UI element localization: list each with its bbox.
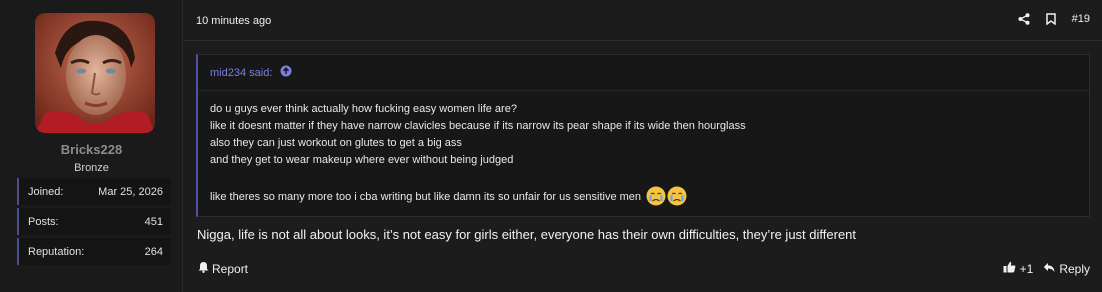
- quote-header[interactable]: mid234 said:: [198, 55, 1089, 91]
- user-info-column: Bricks228 Bronze Joined: Mar 25, 2026 Po…: [0, 0, 183, 292]
- quote-block: mid234 said: do u guys ever think actual…: [196, 54, 1090, 217]
- quote-line: do u guys ever think actually how fuckin…: [210, 103, 517, 115]
- stat-reputation: Reputation: 264: [17, 238, 171, 265]
- quote-line: like it doesnt matter if they have narro…: [210, 120, 746, 132]
- thumbs-up-icon: [1003, 261, 1016, 276]
- stat-posts: Posts: 451: [17, 208, 171, 235]
- avatar[interactable]: [35, 13, 155, 133]
- message-area: 10 minutes ago #19 mid234 said: do u guy…: [184, 0, 1102, 292]
- reply-button[interactable]: Reply: [1043, 262, 1090, 276]
- forum-post: Bricks228 Bronze Joined: Mar 25, 2026 Po…: [0, 0, 1102, 292]
- like-button[interactable]: +1: [1003, 261, 1034, 276]
- username[interactable]: Bricks228: [0, 142, 183, 157]
- reply-arrow-icon: [1043, 262, 1055, 276]
- post-date[interactable]: 10 minutes ago: [196, 15, 271, 27]
- user-title: Bronze: [74, 162, 109, 174]
- reply-label: Reply: [1059, 261, 1090, 276]
- emoji-group: [646, 186, 687, 206]
- post-number[interactable]: #19: [1072, 13, 1090, 25]
- header-divider: [184, 40, 1102, 41]
- stat-joined: Joined: Mar 25, 2026: [17, 178, 171, 205]
- crying-face-emoji: [646, 186, 666, 206]
- stat-label: Reputation:: [28, 245, 85, 258]
- quote-line: like theres so many more too i cba writi…: [210, 191, 642, 203]
- stat-value: Mar 25, 2026: [98, 185, 163, 198]
- stat-label: Joined:: [28, 185, 64, 198]
- bell-icon: [198, 261, 209, 276]
- post-actions-bottom: +1 Reply: [1003, 261, 1090, 276]
- quote-line: and they get to wear makeup where ever w…: [210, 154, 514, 166]
- report-label: Report: [212, 261, 249, 276]
- stat-value: 264: [144, 245, 163, 258]
- post-text: Nigga, life is not all about looks, it’s…: [197, 227, 857, 242]
- quote-body: do u guys ever think actually how fuckin…: [210, 101, 1077, 206]
- post-actions-top: #19: [1018, 13, 1090, 25]
- share-icon[interactable]: [1018, 13, 1030, 25]
- like-count: +1: [1019, 261, 1034, 276]
- quote-last-line: like theres so many more too i cba writi…: [210, 186, 1077, 206]
- crying-face-emoji: [667, 186, 687, 206]
- report-button[interactable]: Report: [198, 261, 248, 276]
- quote-author[interactable]: mid234 said:: [210, 67, 272, 79]
- stat-label: Posts:: [28, 215, 59, 228]
- stat-value: 451: [144, 215, 163, 228]
- quote-line: also they can just workout on glutes to …: [210, 137, 462, 149]
- bookmark-icon[interactable]: [1045, 13, 1056, 25]
- avatar-image: [35, 13, 155, 133]
- arrow-up-circle-icon[interactable]: [280, 65, 292, 80]
